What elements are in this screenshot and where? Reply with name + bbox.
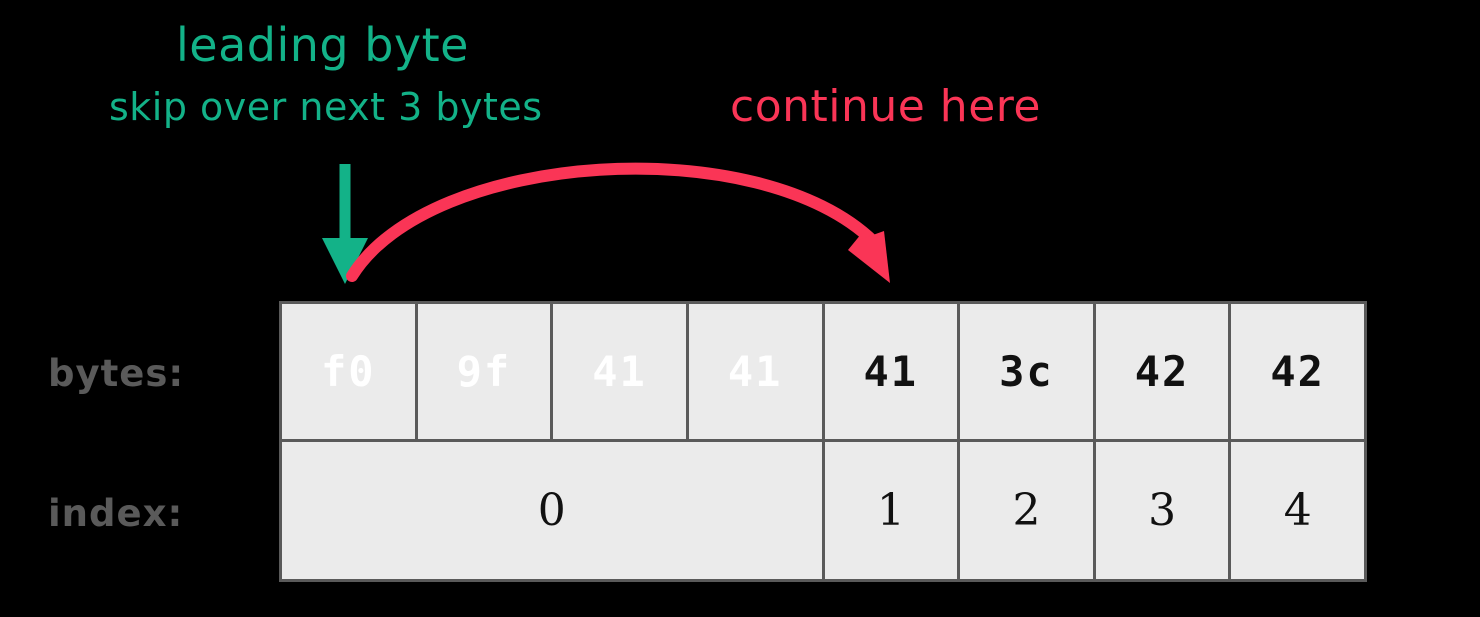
byte-cell-0: f0 (279, 301, 418, 442)
index-cell-0: 0 (279, 439, 825, 582)
byte-cell-7: 42 (1228, 301, 1367, 442)
index-row: 01234 (279, 439, 1367, 582)
byte-cell-6: 42 (1092, 301, 1232, 442)
index-cell-2: 2 (957, 439, 1096, 582)
byte-cell-4: 41 (821, 301, 961, 442)
byte-cell-5: 3c (957, 301, 1096, 442)
leading-byte-annotation: leading byte (176, 18, 469, 72)
skip-bytes-annotation: skip over next 3 bytes (109, 85, 543, 129)
index-cell-3: 3 (1092, 439, 1232, 582)
byte-cell-3: 41 (685, 301, 825, 442)
index-cell-1: 1 (821, 439, 961, 582)
index-cell-4: 4 (1228, 439, 1367, 582)
byte-index-table: f0 9f 41 41 41 3c 42 42 01234 (279, 301, 1367, 582)
green-down-arrow-icon (322, 164, 368, 284)
bytes-row: f0 9f 41 41 41 3c 42 42 (279, 301, 1367, 442)
continue-here-annotation: continue here (730, 81, 1041, 132)
diagram-canvas: leading byte skip over next 3 bytes cont… (0, 0, 1480, 617)
byte-cell-2: 41 (550, 301, 689, 442)
byte-cell-1: 9f (414, 301, 554, 442)
red-skip-arrow-icon (346, 162, 890, 283)
